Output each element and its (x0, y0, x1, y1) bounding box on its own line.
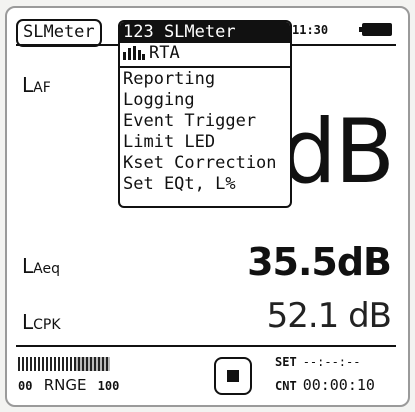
range-min: 00 (18, 379, 33, 393)
battery-icon (359, 23, 392, 36)
range-row: 00 RNGE 100 (18, 376, 119, 394)
count-timer-row: CNT 00:00:10 (275, 376, 375, 394)
menu-item-limit-led[interactable]: Limit LED (120, 132, 290, 153)
menu-divider (120, 66, 290, 68)
cnt-value: 00:00:10 (302, 376, 375, 394)
set-label: SET (275, 355, 297, 369)
menu-item-set-eqt[interactable]: Set EQt, L% (120, 174, 290, 195)
lcpk-value: 52.1 dB (266, 296, 392, 336)
range-level-bar (18, 357, 110, 371)
menu-item-event-trigger[interactable]: Event Trigger (120, 111, 290, 132)
laeq-value: 35.5dB (247, 240, 392, 284)
laeq-label: LAeq (22, 254, 60, 278)
range-level-empty (75, 357, 110, 371)
mode-menu: 123 SLMeter RTA Reporting Logging Event … (118, 20, 292, 208)
stop-button[interactable] (214, 357, 252, 395)
menu-item-kset-correction[interactable]: Kset Correction (120, 153, 290, 174)
lcpk-label: LCPK (22, 310, 61, 334)
bottom-divider (16, 345, 396, 347)
cnt-label: CNT (275, 379, 297, 393)
range-label: RNGE (43, 376, 87, 394)
main-unit: dB (280, 100, 395, 203)
menu-item-slmeter[interactable]: 123 SLMeter (120, 22, 290, 43)
laf-label: LAF (22, 73, 51, 97)
menu-item-reporting[interactable]: Reporting (120, 69, 290, 90)
set-timer-row: SET --:--:-- (275, 355, 360, 369)
menu-item-logging[interactable]: Logging (120, 90, 290, 111)
range-max: 100 (97, 379, 120, 393)
bar-graph-icon (123, 46, 145, 60)
mode-tab[interactable]: SLMeter (16, 19, 102, 47)
set-value: --:--:-- (302, 355, 361, 369)
menu-item-rta-label: RTA (149, 43, 180, 63)
menu-item-rta[interactable]: RTA (120, 43, 290, 64)
clock: 11:30 (292, 23, 329, 37)
stop-icon (227, 370, 239, 382)
